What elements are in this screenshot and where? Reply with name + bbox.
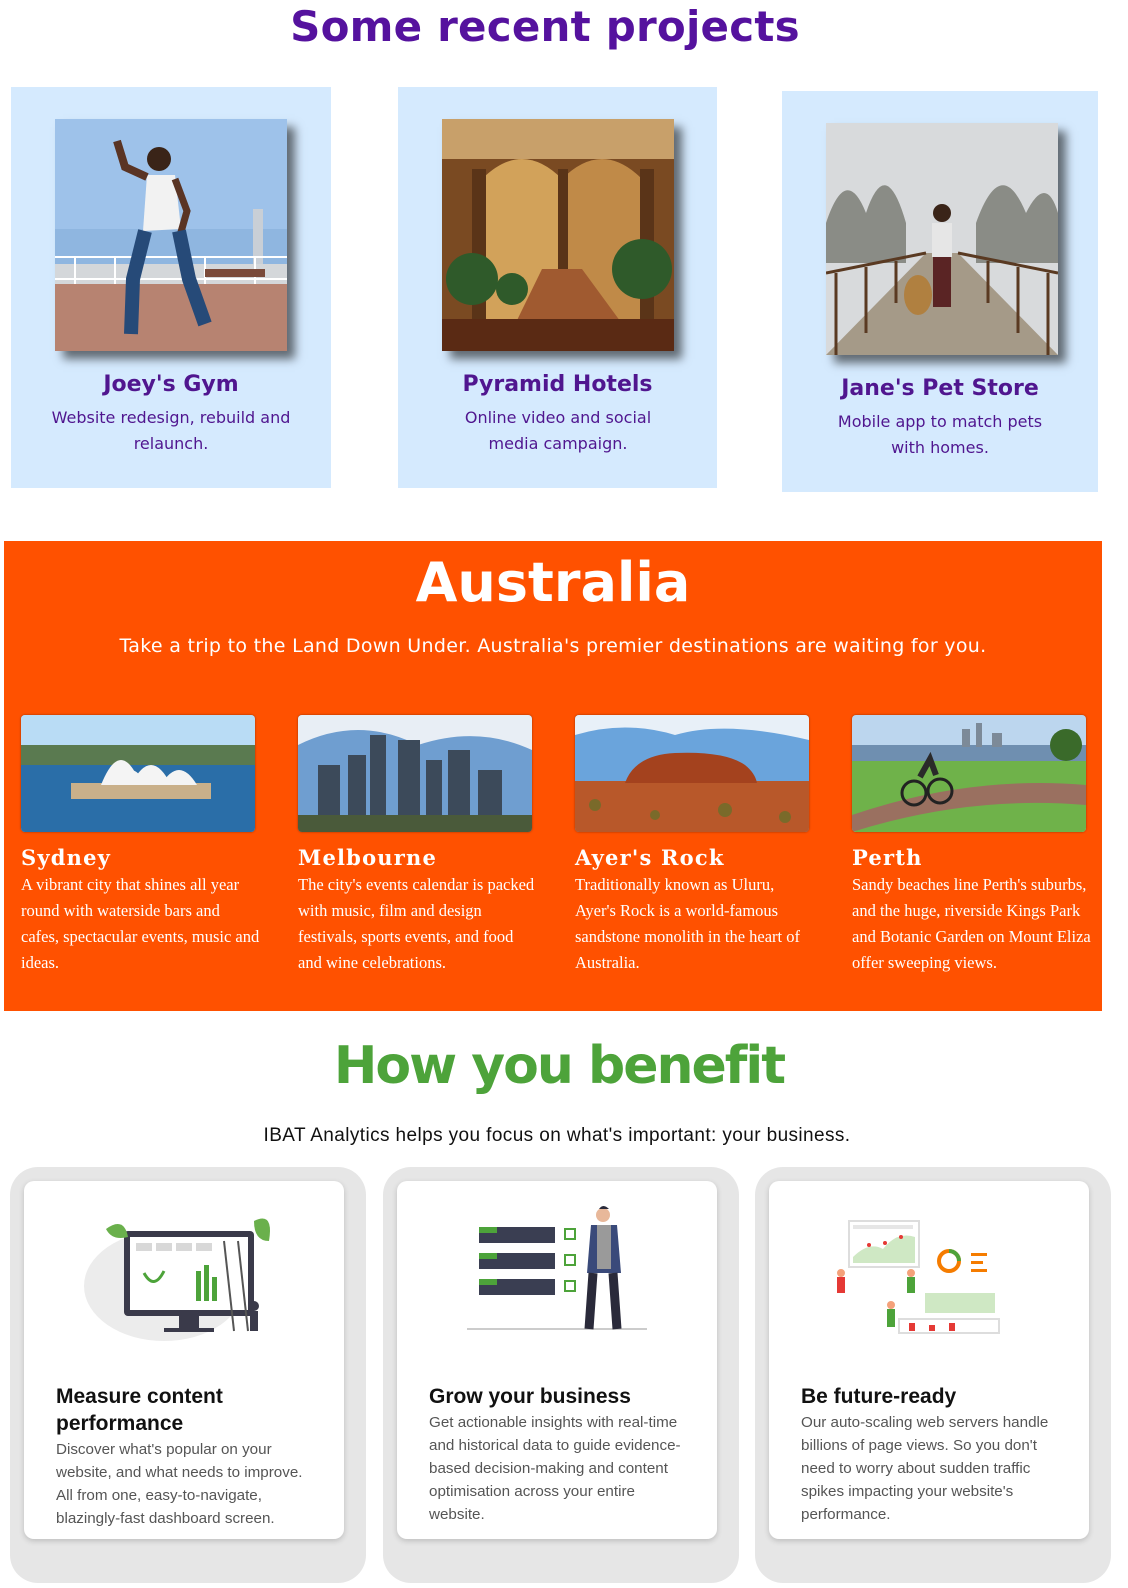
australia-subtitle: Take a trip to the Land Down Under. Aust…	[119, 635, 987, 657]
benefit-card-measure[interactable]: Measure content performance Discover wha…	[10, 1167, 366, 1583]
destination-name: Ayer's Rock	[575, 845, 725, 870]
benefit-card-inner: Be future-ready Our auto-scaling web ser…	[769, 1181, 1089, 1539]
benefit-name: Measure content performance	[56, 1385, 223, 1435]
destination-description: Traditionally known as Uluru, Ayer's Roc…	[575, 875, 800, 972]
destination-melbourne[interactable]: Melbourne The city's events calendar is …	[298, 715, 538, 976]
destination-sydney[interactable]: Sydney A vibrant city that shines all ye…	[21, 715, 261, 976]
pet-store-photo	[826, 123, 1058, 355]
destination-description: The city's events calendar is packed wit…	[298, 875, 535, 972]
melbourne-photo	[298, 715, 532, 832]
benefit-card-inner: Measure content performance Discover wha…	[24, 1181, 344, 1539]
destination-name: Perth	[852, 845, 923, 870]
benefit-description: Discover what's popular on your website,…	[56, 1441, 303, 1527]
destination-name: Sydney	[21, 845, 112, 870]
benefit-description: Our auto-scaling web servers handle bill…	[801, 1414, 1049, 1523]
destination-perth[interactable]: Perth Sandy beaches line Perth's suburbs…	[852, 715, 1092, 976]
benefits-subtitle: IBAT Analytics helps you focus on what's…	[263, 1125, 851, 1146]
benefits-title: How you benefit	[333, 1036, 786, 1096]
australia-title: Australia	[415, 551, 691, 614]
project-name: Jane's Pet Store	[841, 376, 1039, 401]
dashboard-illustration-icon	[84, 1218, 270, 1341]
destination-ayers-rock[interactable]: Ayer's Rock Traditionally known as Uluru…	[575, 715, 815, 976]
analytics-illustration-icon	[837, 1220, 1000, 1334]
growth-illustration-icon	[467, 1206, 647, 1330]
project-card-janes-pet-store[interactable]: Jane's Pet Store Mobile app to match pet…	[782, 91, 1098, 492]
project-card-pyramid-hotels[interactable]: Pyramid Hotels Online video and social m…	[398, 87, 717, 488]
benefit-card-future-ready[interactable]: Be future-ready Our auto-scaling web ser…	[755, 1167, 1111, 1583]
benefit-card-grow[interactable]: Grow your business Get actionable insigh…	[383, 1167, 739, 1583]
project-description: Online video and social media campaign.	[464, 408, 652, 453]
australia-section: Australia Take a trip to the Land Down U…	[4, 541, 1102, 1011]
benefit-name: Be future-ready	[801, 1385, 957, 1408]
project-card-joeys-gym[interactable]: Joey's Gym Website redesign, rebuild and…	[11, 87, 331, 488]
projects-title: Some recent projects	[290, 2, 800, 51]
project-description: Website redesign, rebuild and relaunch.	[51, 408, 291, 453]
benefit-description: Get actionable insights with real-time a…	[429, 1414, 681, 1523]
benefit-card-inner: Grow your business Get actionable insigh…	[397, 1181, 717, 1539]
ayers-rock-photo	[575, 715, 809, 832]
destination-description: A vibrant city that shines all year roun…	[21, 875, 260, 972]
project-name: Pyramid Hotels	[462, 372, 653, 397]
benefit-name: Grow your business	[429, 1385, 631, 1408]
perth-photo	[852, 715, 1086, 832]
sydney-photo	[21, 715, 255, 832]
destination-name: Melbourne	[298, 845, 438, 870]
destination-description: Sandy beaches line Perth's suburbs, and …	[852, 875, 1091, 972]
gym-photo	[55, 119, 287, 351]
hotel-photo	[442, 119, 674, 351]
project-name: Joey's Gym	[103, 372, 239, 397]
project-description: Mobile app to match pets with homes.	[837, 412, 1043, 457]
